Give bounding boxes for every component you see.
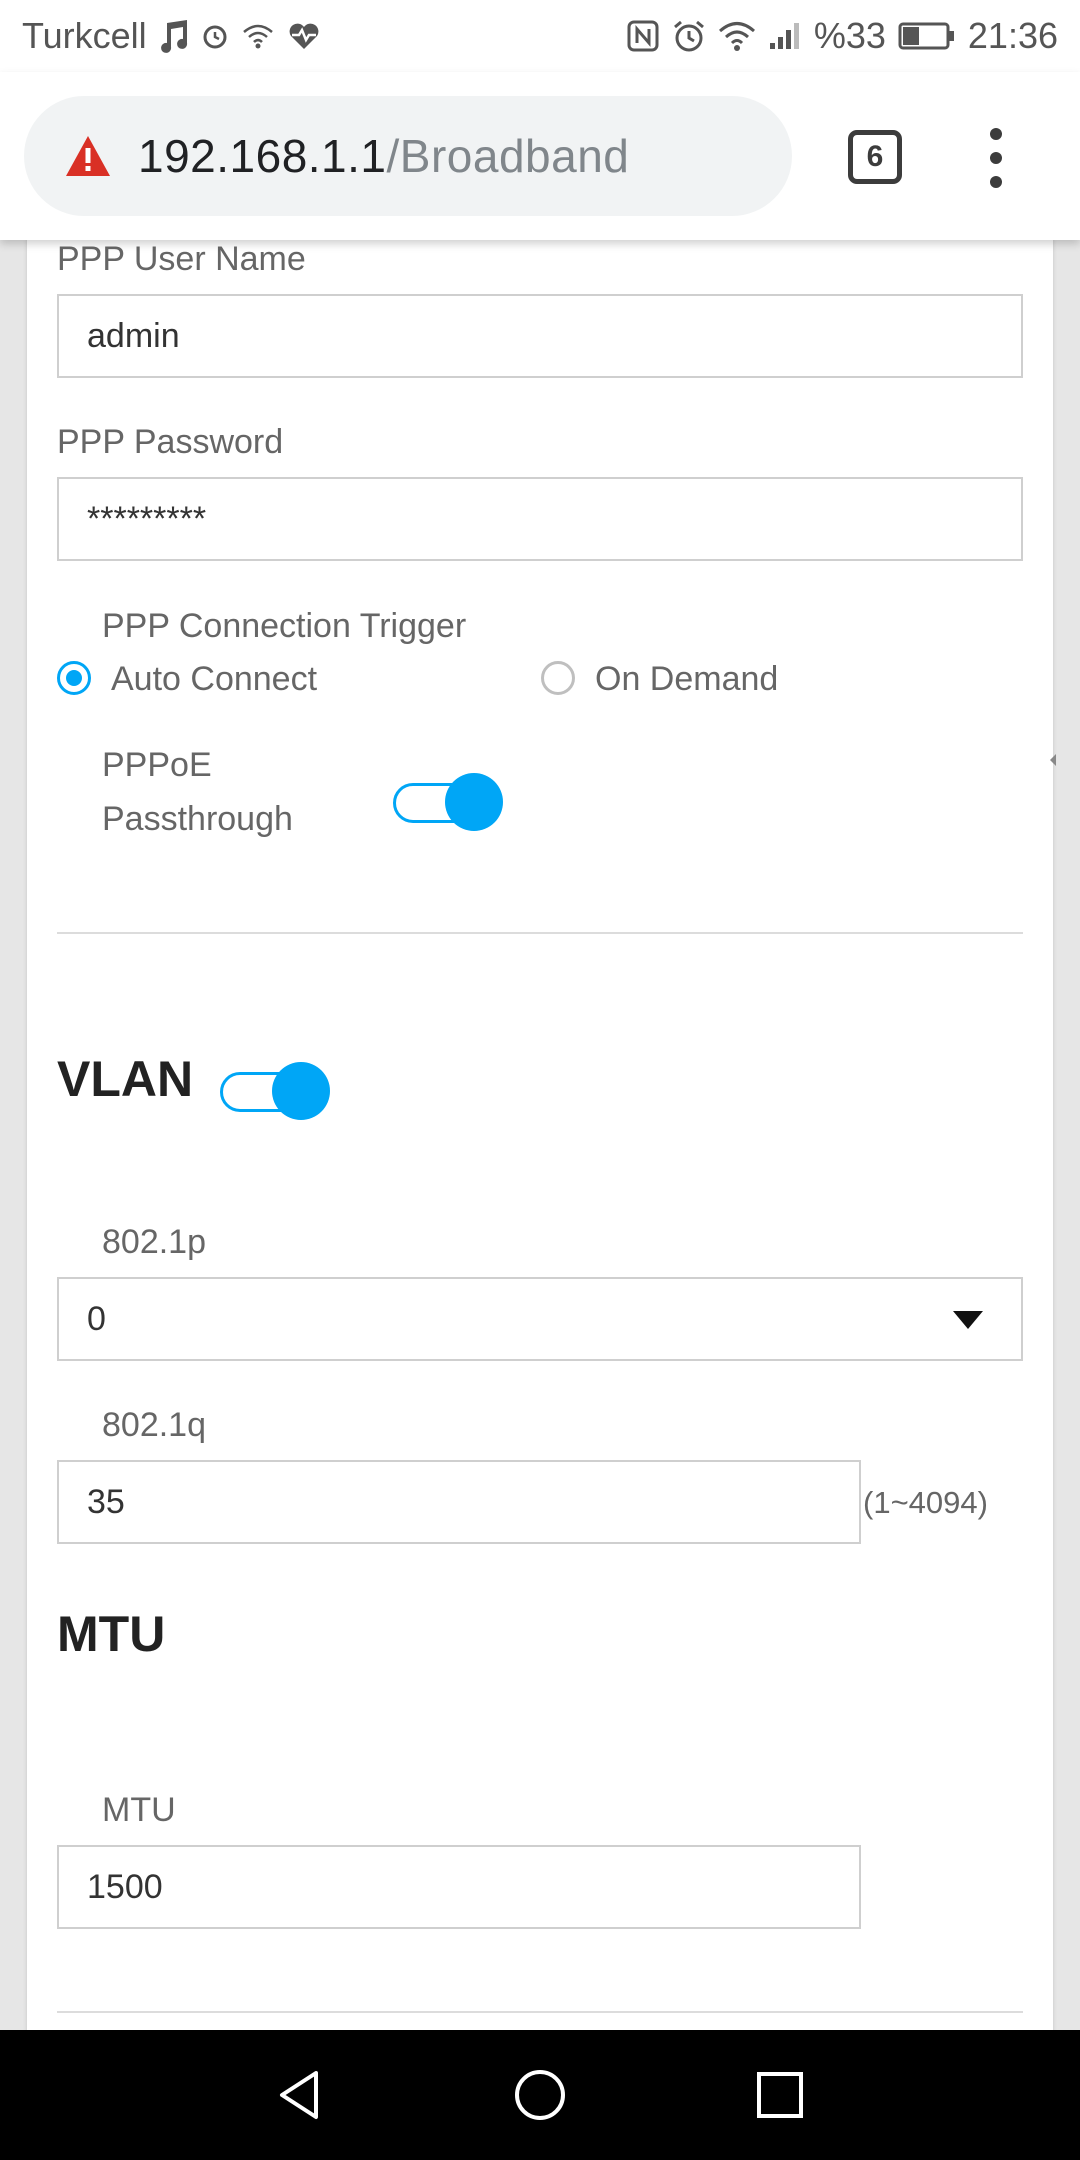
vlan-toggle[interactable]: [220, 1062, 330, 1122]
vlan-802-1p-label: 802.1p: [102, 1223, 206, 1261]
wifi-icon: [718, 22, 755, 51]
carrier-name: Turkcell: [22, 15, 147, 56]
mtu-label: MTU: [102, 1791, 176, 1829]
ppp-user-name-input[interactable]: admin: [57, 294, 1023, 378]
vlan-802-1p-value: 0: [87, 1299, 106, 1338]
browser-toolbar: 192.168.1.1/Broadband 6: [0, 72, 1080, 240]
vlan-section-title: VLAN: [57, 1051, 194, 1107]
page-content: PPP User Name admin PPP Password *******…: [0, 240, 1080, 2030]
recents-icon: [757, 2072, 803, 2118]
mtu-section-title: MTU: [57, 1606, 166, 1662]
signal-icon: [769, 23, 799, 49]
status-bar: Turkcell %33 21:36: [0, 0, 1080, 72]
section-divider: [57, 2011, 1023, 2013]
vlan-802-1q-input[interactable]: 35: [57, 1460, 861, 1544]
ppp-password-label: PPP Password: [57, 423, 284, 461]
connection-trigger-label: PPP Connection Trigger: [102, 607, 467, 645]
pppoe-passthrough-toggle[interactable]: [393, 773, 503, 833]
url-path: /Broadband: [386, 130, 630, 182]
ppp-password-input[interactable]: *********: [57, 477, 1023, 561]
menu-dot-icon: [990, 128, 1002, 140]
mtu-input[interactable]: 1500: [57, 1845, 861, 1929]
pppoe-passthrough-label-line2: Passthrough: [102, 800, 293, 838]
toggle-knob: [272, 1062, 330, 1120]
address-bar[interactable]: 192.168.1.1/Broadband: [24, 96, 792, 216]
music-note-icon: [160, 20, 187, 53]
clock: 21:36: [967, 15, 1058, 56]
tab-switcher-button[interactable]: 6: [848, 130, 902, 184]
auto-connect-label[interactable]: Auto Connect: [111, 660, 317, 699]
alarm-icon: [673, 20, 704, 52]
pppoe-passthrough-label: PPPoE Passthrough: [102, 738, 293, 846]
broadband-settings-card: PPP User Name admin PPP Password *******…: [27, 240, 1053, 2030]
back-icon: [280, 2071, 318, 2119]
toggle-knob: [445, 773, 503, 831]
ppp-user-name-label: PPP User Name: [57, 240, 306, 278]
recents-button[interactable]: [750, 2065, 810, 2125]
on-demand-radio[interactable]: [541, 661, 575, 695]
nfc-icon: [627, 20, 659, 52]
vlan-802-1p-select[interactable]: 0: [57, 1277, 1023, 1361]
system-navigation-bar: [0, 2030, 1080, 2160]
section-divider: [57, 932, 1023, 934]
wifi-hotspot-icon: [242, 24, 273, 49]
menu-dot-icon: [990, 176, 1002, 188]
browser-menu-button[interactable]: [978, 128, 1014, 188]
auto-connect-radio[interactable]: [57, 661, 91, 695]
scroll-indicator: [1050, 754, 1056, 766]
on-demand-label[interactable]: On Demand: [595, 660, 778, 699]
health-heart-icon: [289, 23, 319, 49]
menu-dot-icon: [990, 152, 1002, 164]
home-icon: [515, 2070, 565, 2120]
alarm-icon: [203, 25, 227, 49]
battery-icon: [898, 22, 954, 50]
pppoe-passthrough-label-line1: PPPoE: [102, 746, 212, 784]
chevron-down-icon: [953, 1311, 983, 1329]
home-button[interactable]: [510, 2065, 570, 2125]
vlan-802-1q-label: 802.1q: [102, 1406, 206, 1444]
battery-percent: %33: [813, 15, 886, 56]
warning-icon[interactable]: [64, 134, 112, 178]
back-button[interactable]: [270, 2065, 330, 2125]
vlan-802-1q-range-hint: (1~4094): [863, 1485, 988, 1520]
url-host: 192.168.1.1: [138, 130, 387, 182]
